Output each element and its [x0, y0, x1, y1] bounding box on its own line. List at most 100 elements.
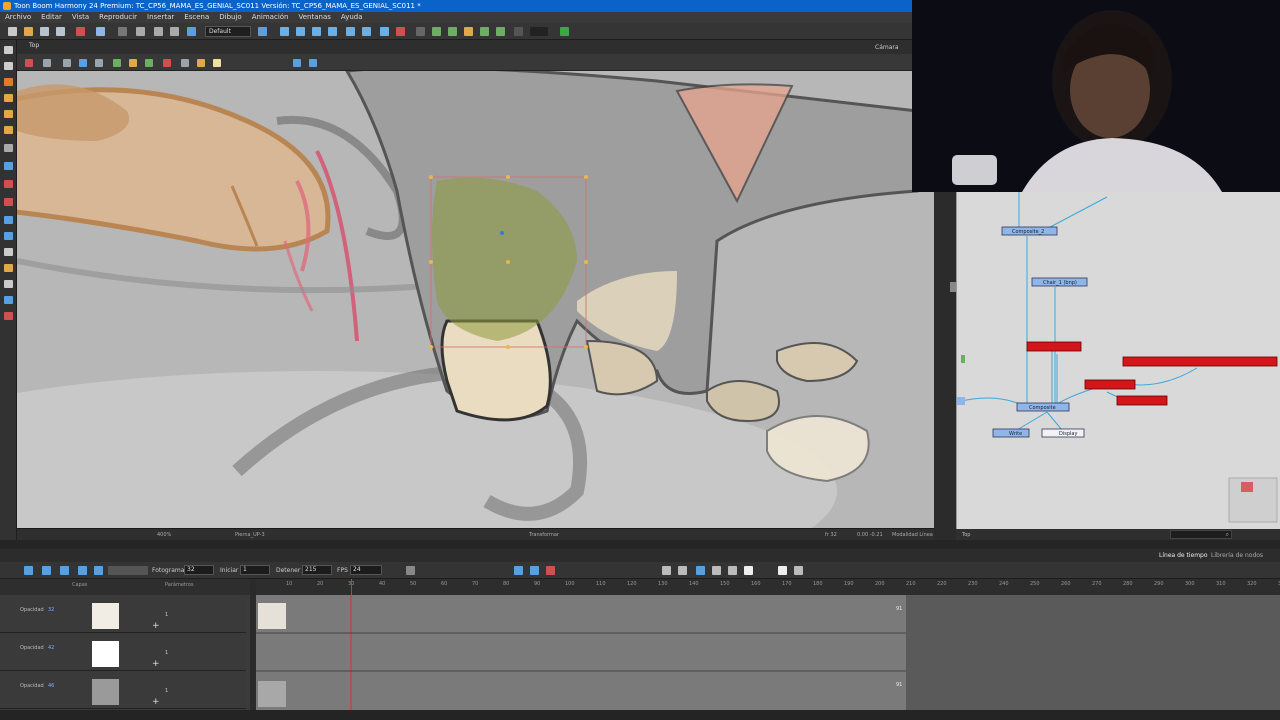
- undo-icon[interactable]: [96, 27, 105, 36]
- timeline-frames[interactable]: 91 91: [256, 595, 1280, 710]
- menu-ayuda[interactable]: Ayuda: [336, 12, 368, 23]
- pencil-tool-icon[interactable]: [4, 94, 13, 102]
- eraser-tool-icon[interactable]: [4, 110, 13, 118]
- flip-h-icon[interactable]: [293, 59, 301, 67]
- layer-opacity-value[interactable]: 32: [48, 607, 54, 613]
- add-param-icon[interactable]: +: [152, 621, 160, 631]
- deform-tool-icon[interactable]: [4, 296, 13, 304]
- add-layer-icon[interactable]: [678, 566, 687, 575]
- menu-reproducir[interactable]: Reproducir: [94, 12, 142, 23]
- speed-slider[interactable]: [108, 566, 148, 575]
- loop-icon[interactable]: [60, 566, 69, 575]
- node-write[interactable]: Write: [1009, 431, 1022, 437]
- dropper-tool-icon[interactable]: [4, 216, 13, 224]
- playhead[interactable]: [351, 579, 352, 595]
- grid-icon[interactable]: [464, 27, 473, 36]
- play-icon[interactable]: [24, 566, 33, 575]
- cut-icon[interactable]: [136, 27, 145, 36]
- menu-escena[interactable]: Escena: [179, 12, 214, 23]
- add-drawing-icon[interactable]: [662, 566, 671, 575]
- paint-tool-icon[interactable]: [4, 180, 13, 188]
- light-table-icon[interactable]: [95, 59, 103, 67]
- node-search-field[interactable]: ⌕: [1170, 530, 1232, 539]
- menu-ventanas[interactable]: Ventanas: [293, 12, 335, 23]
- copy-icon[interactable]: [154, 27, 163, 36]
- color-swatch-icon[interactable]: [530, 27, 548, 36]
- save-as-icon[interactable]: [56, 27, 65, 36]
- onion-skin-icon[interactable]: [79, 59, 87, 67]
- node-display[interactable]: Display: [1059, 431, 1077, 437]
- key-icon[interactable]: [696, 566, 705, 575]
- zoom-readout[interactable]: 400%: [157, 532, 171, 538]
- start-field[interactable]: 1: [240, 565, 270, 575]
- grid-view-icon[interactable]: [63, 59, 71, 67]
- unlock-icon[interactable]: [448, 27, 457, 36]
- redo-icon[interactable]: [118, 27, 127, 36]
- stop-key-icon[interactable]: [744, 566, 753, 575]
- layer-row[interactable]: Opacidad 32 1 +: [0, 595, 246, 633]
- camera-label[interactable]: Cámara: [875, 44, 899, 51]
- egg-icon[interactable]: [213, 59, 221, 67]
- frame-ruler[interactable]: 1020304050607080901001101201301401501601…: [256, 579, 1280, 595]
- import-icon[interactable]: [76, 27, 85, 36]
- bone-tool-icon[interactable]: [4, 280, 13, 288]
- mirror-icon[interactable]: [496, 27, 505, 36]
- camera-icon[interactable]: [530, 566, 539, 575]
- line-tool-icon[interactable]: [163, 59, 171, 67]
- view-tab[interactable]: Top: [29, 42, 39, 49]
- stop-field[interactable]: 215: [302, 565, 332, 575]
- next-frame-icon[interactable]: [94, 566, 103, 575]
- pin-icon[interactable]: [25, 59, 33, 67]
- rigging-icon[interactable]: [380, 27, 389, 36]
- node-composite[interactable]: Composite: [1029, 405, 1056, 411]
- text-tool-icon[interactable]: [4, 144, 13, 152]
- menu-insertar[interactable]: Insertar: [142, 12, 179, 23]
- menu-animacion[interactable]: Animación: [247, 12, 294, 23]
- snap-icon[interactable]: [145, 59, 153, 67]
- camera-view-icon[interactable]: [187, 27, 196, 36]
- motion-icon[interactable]: [778, 566, 787, 575]
- flip-icon[interactable]: [480, 27, 489, 36]
- settings-icon[interactable]: [43, 59, 51, 67]
- ik-icon[interactable]: [416, 27, 425, 36]
- transform-tool-icon[interactable]: [4, 264, 13, 272]
- disabled-tool-icon[interactable]: [514, 27, 523, 36]
- kinematic-icon[interactable]: [396, 27, 405, 36]
- reset-view-icon[interactable]: [113, 59, 121, 67]
- envelope-icon[interactable]: [328, 27, 337, 36]
- free-form-icon[interactable]: [362, 27, 371, 36]
- timeline-scrollbar[interactable]: [0, 710, 1280, 720]
- menu-archivo[interactable]: Archivo: [0, 12, 36, 23]
- add-param-icon[interactable]: +: [152, 697, 160, 707]
- save-icon[interactable]: [40, 27, 49, 36]
- hand-tool-icon[interactable]: [4, 248, 13, 256]
- lock-icon[interactable]: [432, 27, 441, 36]
- layer-row[interactable]: Opacidad 46 1 +: [0, 671, 246, 709]
- drawing-canvas[interactable]: [17, 71, 934, 528]
- ease-icon[interactable]: [712, 566, 721, 575]
- node-view[interactable]: Composite_2 Chair_1 (bnp) Composite Writ…: [956, 192, 1280, 529]
- add-param-icon[interactable]: +: [152, 659, 160, 669]
- layer-opacity-value[interactable]: 46: [48, 683, 54, 689]
- fps-field[interactable]: 24: [350, 565, 382, 575]
- grid-timeline-icon[interactable]: [794, 566, 803, 575]
- prev-frame-icon[interactable]: [78, 566, 87, 575]
- lock-drawing-icon[interactable]: [129, 59, 137, 67]
- select-tool-icon[interactable]: [4, 46, 13, 54]
- hold-icon[interactable]: [728, 566, 737, 575]
- shape-tool-icon[interactable]: [4, 162, 13, 170]
- record-icon[interactable]: [546, 566, 555, 575]
- new-scene-icon[interactable]: [8, 27, 17, 36]
- tab-timeline[interactable]: Línea de tiempo: [1159, 552, 1208, 559]
- layer-opacity-value[interactable]: 42: [48, 645, 54, 651]
- play-first-icon[interactable]: [42, 566, 51, 575]
- menu-editar[interactable]: Editar: [36, 12, 67, 23]
- cutter-tool-icon[interactable]: [4, 232, 13, 240]
- check-icon[interactable]: [560, 27, 569, 36]
- layer-row[interactable]: Opacidad 42 1 +: [0, 633, 246, 671]
- fill-tool-icon[interactable]: [4, 198, 13, 206]
- open-scene-icon[interactable]: [24, 27, 33, 36]
- workspace-preset-select[interactable]: Default: [205, 26, 251, 37]
- tab-node-library[interactable]: Librería de nodos: [1211, 552, 1263, 559]
- panel-splitter[interactable]: [0, 540, 1280, 549]
